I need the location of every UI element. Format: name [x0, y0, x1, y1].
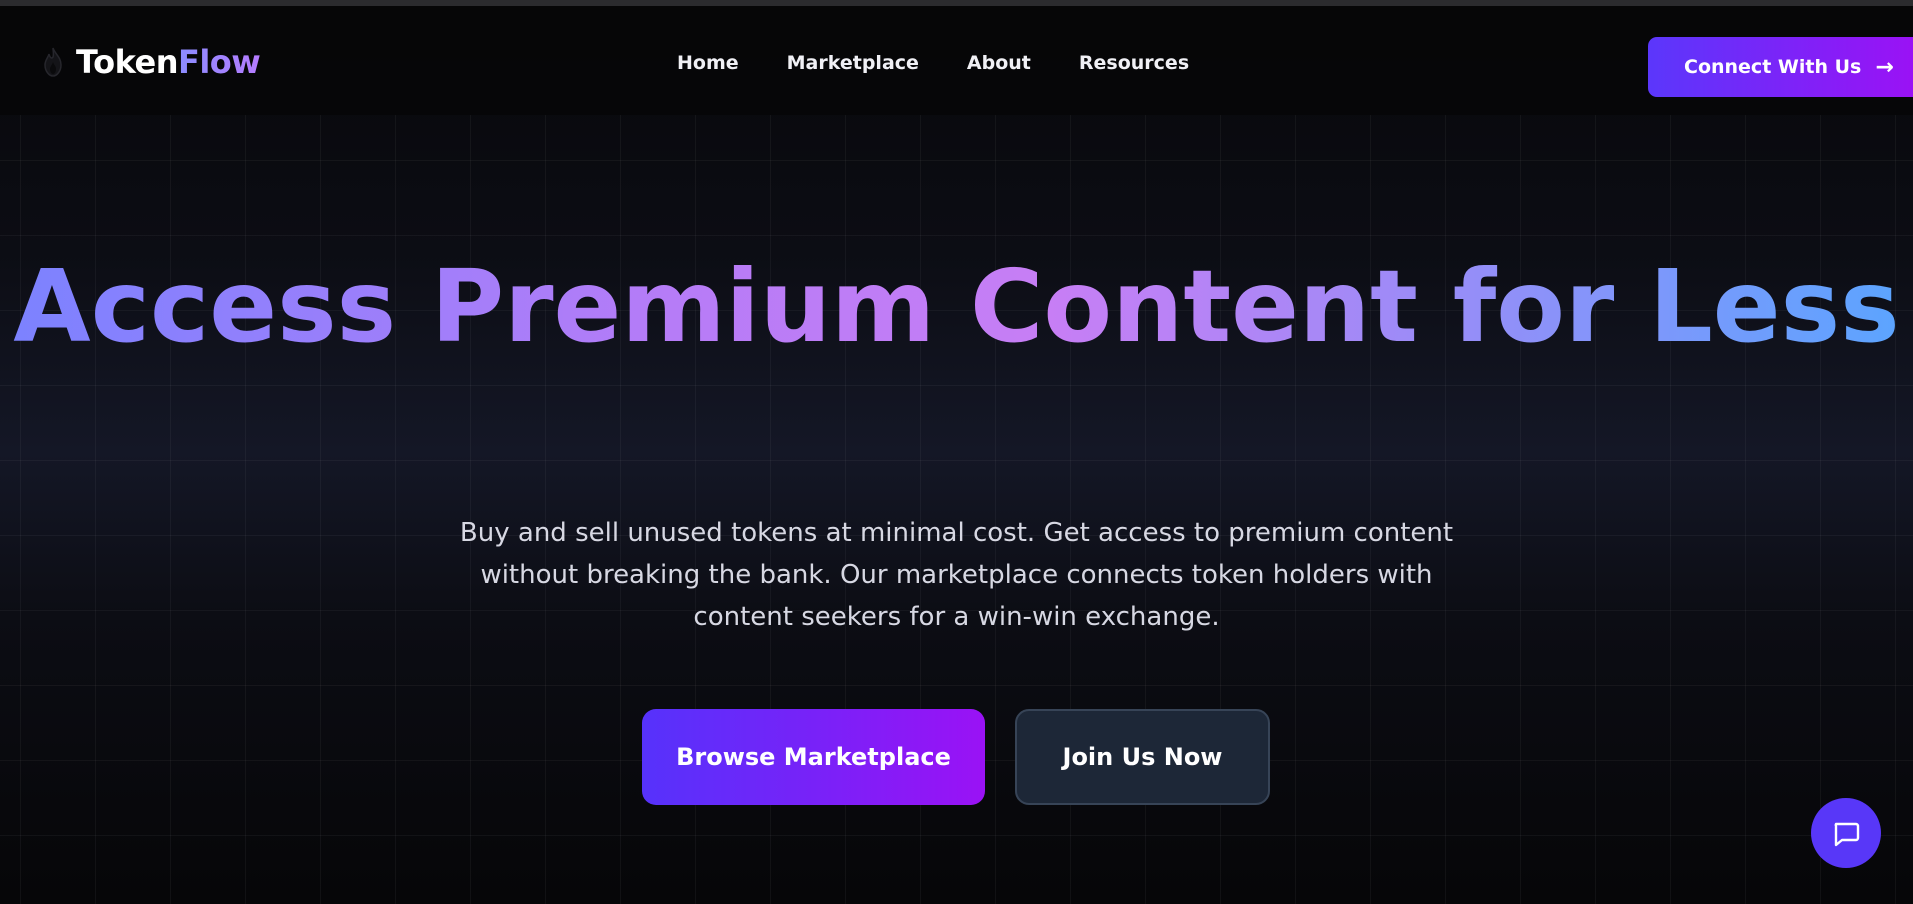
hero-subtitle: Buy and sell unused tokens at minimal co…: [459, 518, 1454, 632]
connect-button-label: Connect With Us: [1684, 56, 1862, 78]
nav-link-marketplace[interactable]: Marketplace: [787, 52, 919, 74]
chat-button[interactable]: [1811, 798, 1881, 868]
page: TokenFlow Home Marketplace About Resourc…: [0, 0, 1913, 904]
chat-bubble-icon: [1834, 822, 1860, 847]
browse-marketplace-button[interactable]: Browse Marketplace: [642, 709, 985, 805]
brand-name-part2: Flow: [177, 43, 261, 81]
brand-logo[interactable]: TokenFlow: [40, 42, 261, 82]
main-nav: Home Marketplace About Resources: [677, 52, 1189, 74]
join-us-now-button[interactable]: Join Us Now: [1015, 709, 1270, 805]
arrow-right-icon: →: [1875, 54, 1894, 80]
navbar: TokenFlow Home Marketplace About Resourc…: [0, 6, 1913, 115]
nav-link-about[interactable]: About: [967, 52, 1031, 74]
brand-name: TokenFlow: [76, 43, 261, 81]
brand-name-part1: Token: [76, 43, 178, 81]
connect-with-us-button[interactable]: Connect With Us →: [1648, 37, 1913, 97]
hero-title: Access Premium Content for Less: [0, 252, 1913, 362]
nav-link-home[interactable]: Home: [677, 52, 739, 74]
flame-icon: [44, 47, 62, 77]
nav-link-resources[interactable]: Resources: [1079, 52, 1189, 74]
